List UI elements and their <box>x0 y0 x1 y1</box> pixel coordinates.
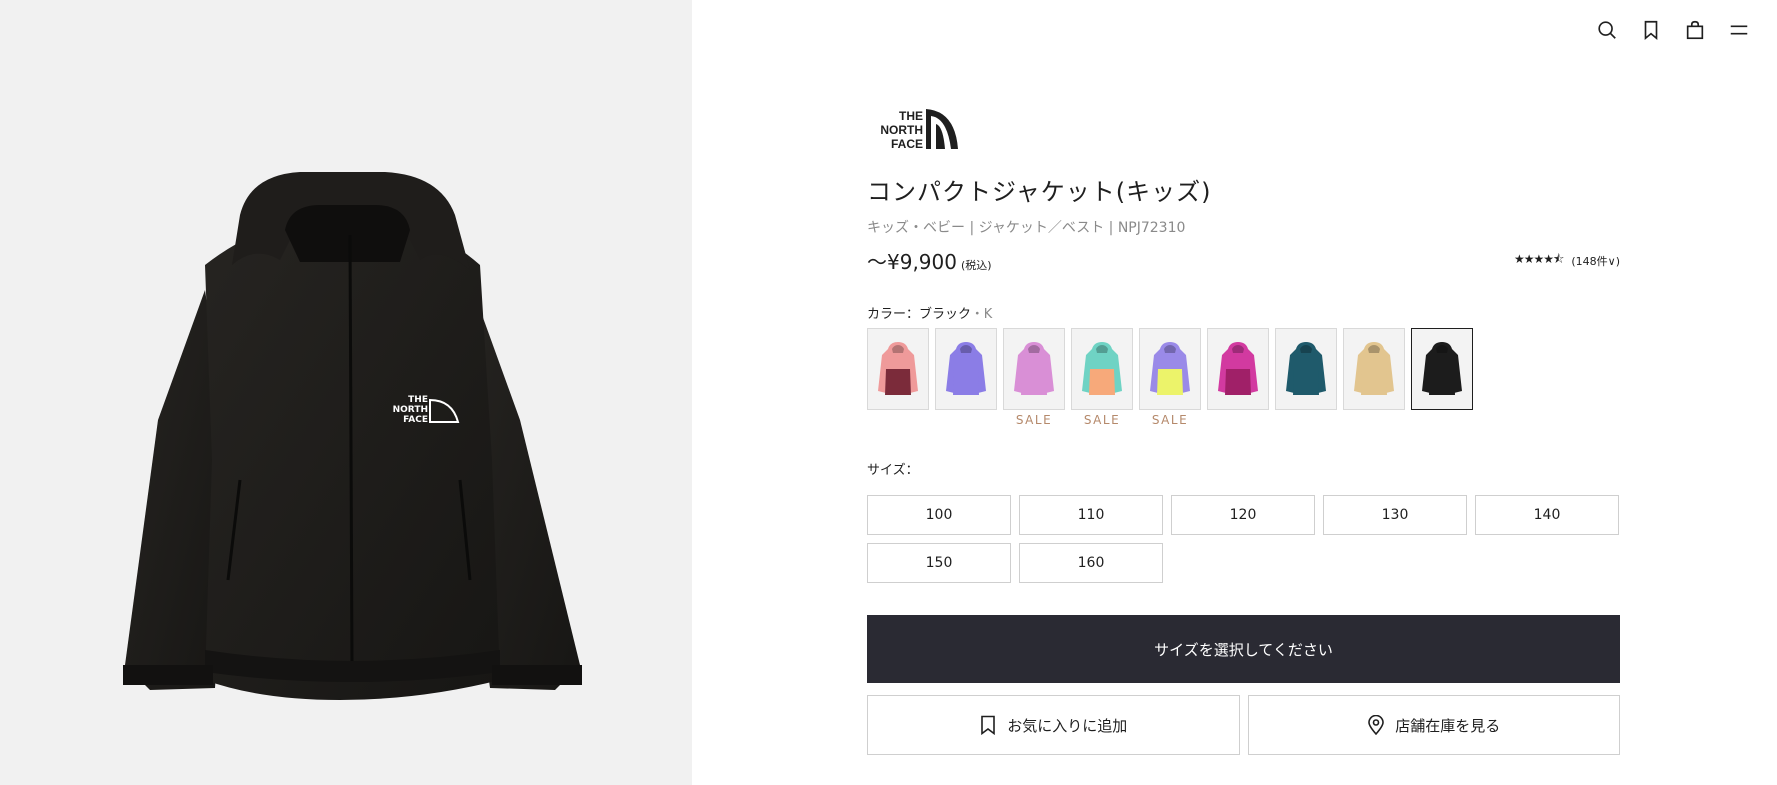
color-swatch-purple-yellow[interactable] <box>1139 328 1201 410</box>
jacket-thumbnail-icon <box>1218 342 1258 395</box>
swatch-item <box>1343 328 1405 429</box>
swatch-item <box>935 328 997 429</box>
location-pin-icon <box>1368 715 1385 735</box>
swatch-item: SALE <box>1003 328 1065 429</box>
swatch-item <box>1207 328 1269 429</box>
product-page: THE NORTH FACE THE NORTH FACE コンパクトジャケット… <box>0 0 1777 785</box>
sale-badge: SALE <box>1151 413 1189 427</box>
color-swatch-dark-teal[interactable] <box>1275 328 1337 410</box>
favorite-label: お気に入りに追加 <box>1007 716 1128 735</box>
bookmark-icon[interactable] <box>1639 18 1663 42</box>
rating[interactable]: ★★★★⯪ (148件∨) <box>1514 250 1620 271</box>
menu-icon[interactable] <box>1727 18 1751 42</box>
size-option[interactable]: 150 <box>867 543 1011 583</box>
size-option[interactable]: 120 <box>1171 495 1315 535</box>
jacket-thumbnail-icon <box>946 342 986 395</box>
size-options: 100 110 120 130 140 150 160 <box>867 495 1620 583</box>
svg-text:FACE: FACE <box>403 415 428 425</box>
jacket-thumbnail-icon <box>878 342 918 395</box>
size-option[interactable]: 160 <box>1019 543 1163 583</box>
color-code: ・K <box>970 307 993 322</box>
review-count[interactable]: (148件∨) <box>1571 253 1620 269</box>
color-swatch-lilac-pink[interactable] <box>1003 328 1065 410</box>
rating-stars: ★★★★⯪ <box>1513 252 1564 266</box>
jacket-thumbnail-icon <box>1014 342 1054 395</box>
cart-icon[interactable] <box>1683 18 1707 42</box>
product-image[interactable]: THE NORTH FACE <box>0 0 692 785</box>
svg-text:NORTH: NORTH <box>393 405 428 415</box>
swatch-item: SALE <box>1071 328 1133 429</box>
bookmark-icon <box>981 715 996 735</box>
secondary-actions: お気に入りに追加 店舗在庫を見る <box>867 695 1620 755</box>
product-category[interactable]: キッズ・ベビー | ジャケット／ベスト | NPJ72310 <box>867 217 1185 237</box>
svg-text:THE: THE <box>408 395 428 405</box>
product-price: 〜¥9,900 (税込) <box>867 246 992 275</box>
size-option[interactable]: 140 <box>1475 495 1619 535</box>
swatch-item: SALE <box>1139 328 1201 429</box>
product-title: コンパクトジャケット(キッズ) <box>867 178 1212 206</box>
color-swatch-pink-maroon[interactable] <box>867 328 929 410</box>
color-swatch-periwinkle[interactable] <box>935 328 997 410</box>
size-option[interactable]: 110 <box>1019 495 1163 535</box>
price-value: 〜¥9,900 <box>867 250 957 274</box>
size-option[interactable]: 130 <box>1323 495 1467 535</box>
store-stock-label: 店舗在庫を見る <box>1395 716 1501 735</box>
jacket-thumbnail-icon <box>1082 342 1122 395</box>
jacket-image: THE NORTH FACE <box>123 172 582 700</box>
search-icon[interactable] <box>1595 18 1619 42</box>
swatch-item <box>1275 328 1337 429</box>
jacket-thumbnail-icon <box>1354 342 1394 395</box>
store-stock-button[interactable]: 店舗在庫を見る <box>1247 695 1620 755</box>
svg-text:FACE: FACE <box>891 137 923 150</box>
svg-text:NORTH: NORTH <box>880 123 923 137</box>
size-label: サイズ： <box>867 463 919 478</box>
header-icons <box>1595 18 1751 42</box>
favorite-button[interactable]: お気に入りに追加 <box>867 695 1240 755</box>
sale-badge: SALE <box>1083 413 1121 427</box>
color-swatch-teal-peach[interactable] <box>1071 328 1133 410</box>
jacket-thumbnail-icon <box>1286 342 1326 395</box>
color-swatches: SALE SALE SALE <box>867 328 1473 429</box>
swatch-item <box>1411 328 1473 429</box>
swatch-item <box>867 328 929 429</box>
jacket-thumbnail-icon <box>1422 342 1462 395</box>
add-to-cart-button[interactable]: サイズを選択してください <box>867 615 1620 683</box>
sale-badge: SALE <box>1015 413 1053 427</box>
svg-text:THE: THE <box>899 109 923 123</box>
jacket-thumbnail-icon <box>1150 342 1190 395</box>
color-swatch-beige[interactable] <box>1343 328 1405 410</box>
size-option[interactable]: 100 <box>867 495 1011 535</box>
color-name: カラー：ブラック <box>867 307 971 322</box>
brand-logo[interactable]: THE NORTH FACE <box>867 108 959 150</box>
color-swatch-magenta[interactable] <box>1207 328 1269 410</box>
color-label: カラー：ブラック・K <box>867 303 992 322</box>
tax-note: (税込) <box>960 259 992 272</box>
color-swatch-black[interactable] <box>1411 328 1473 410</box>
